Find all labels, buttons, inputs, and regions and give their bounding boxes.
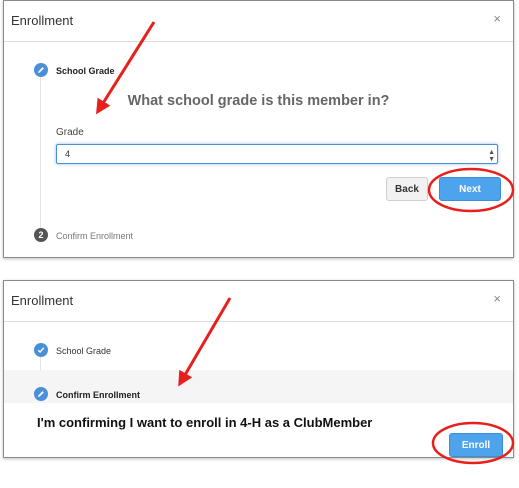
step-number-icon: 2 <box>34 228 48 242</box>
step-confirm-enrollment: Confirm Enrollment <box>56 390 141 400</box>
grade-select[interactable]: 4 ▲ ▼ <box>56 144 498 164</box>
dialog-header: Enrollment × <box>4 1 513 42</box>
pencil-icon <box>34 387 48 401</box>
dialog-title: Enrollment <box>11 293 74 308</box>
pencil-icon <box>34 63 48 77</box>
next-button[interactable]: Next <box>439 177 501 201</box>
step-school-grade: School Grade <box>56 66 115 76</box>
back-button[interactable]: Back <box>386 177 428 201</box>
grade-question: What school grade is this member in? <box>127 93 390 109</box>
grade-select-value: 4 <box>65 149 71 159</box>
enroll-button[interactable]: Enroll <box>449 433 503 457</box>
grade-label: Grade <box>56 127 84 138</box>
dialog-header: Enrollment × <box>4 281 513 322</box>
confirm-statement: I'm confirming I want to enroll in 4-H a… <box>37 415 373 430</box>
step-confirm-enrollment: Confirm Enrollment <box>56 231 134 241</box>
check-icon <box>34 343 48 357</box>
enrollment-dialog-confirm: Enrollment × School Grade Confirm Enroll… <box>3 280 514 458</box>
close-icon[interactable]: × <box>493 11 501 26</box>
close-icon[interactable]: × <box>493 291 501 306</box>
enrollment-dialog-grade: Enrollment × School Grade What school gr… <box>3 0 514 258</box>
step-school-grade: School Grade <box>56 346 112 356</box>
dialog-title: Enrollment <box>11 13 74 28</box>
select-arrow-icon: ▲ ▼ <box>488 149 495 163</box>
